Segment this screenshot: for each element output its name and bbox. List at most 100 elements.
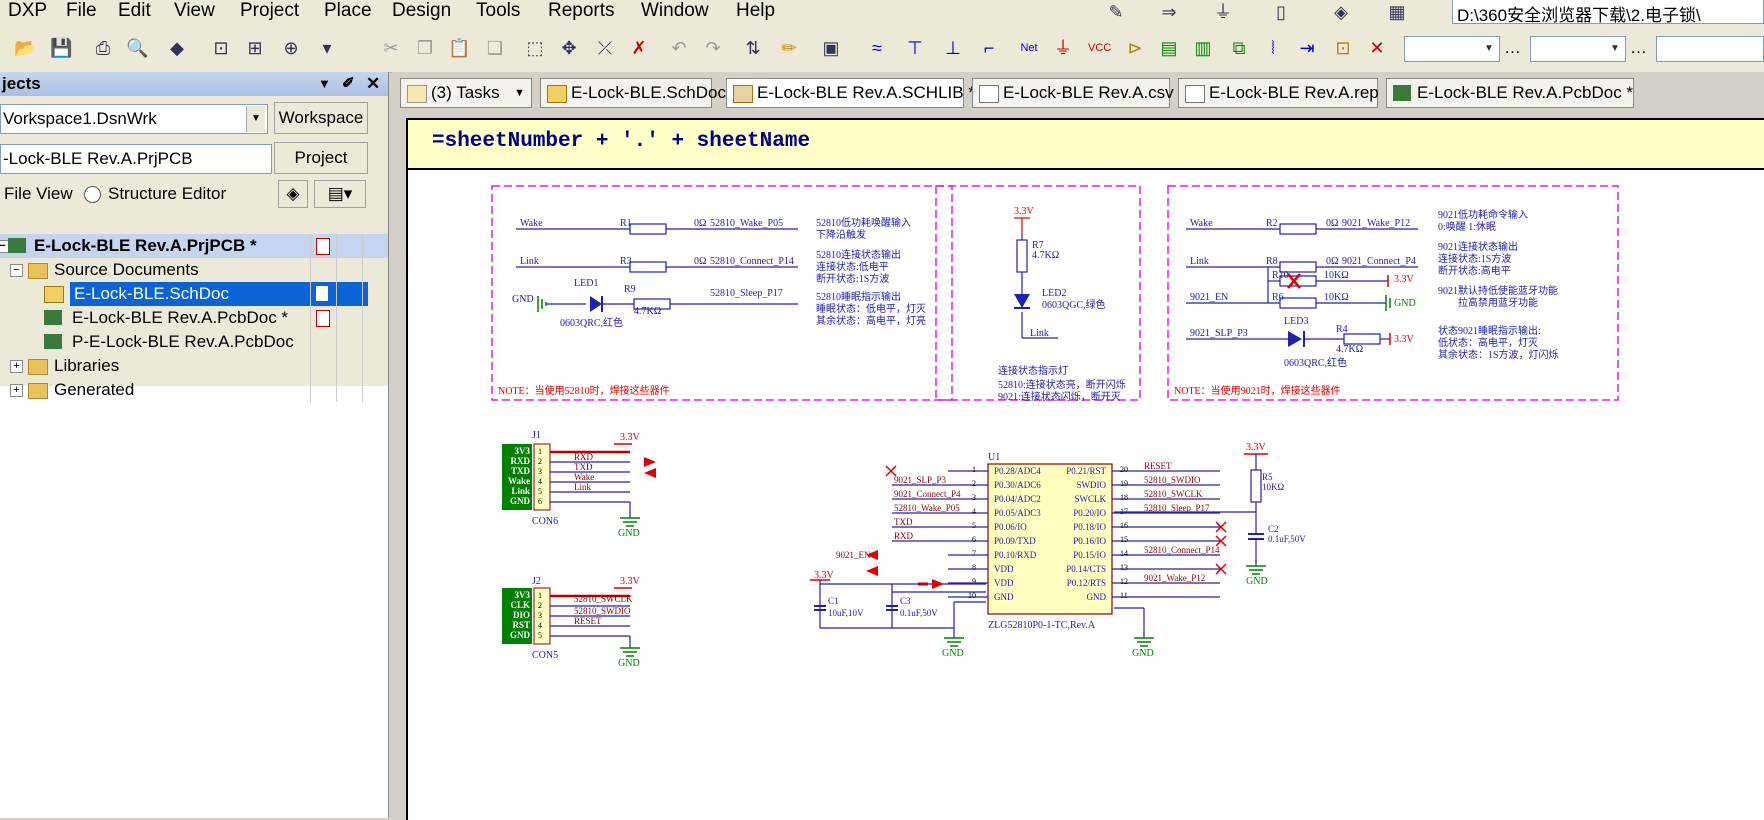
workspace-button[interactable]: Workspace bbox=[274, 102, 368, 134]
chevron-down-icon[interactable]: ▼ bbox=[246, 106, 265, 132]
expand-icon[interactable]: + bbox=[10, 360, 23, 373]
clear-filter-icon[interactable]: ✗ bbox=[628, 37, 650, 59]
place-bus-icon[interactable]: ⊤ bbox=[904, 37, 926, 59]
zoom-selected-icon[interactable]: ⊕ bbox=[280, 37, 302, 59]
menu-design[interactable]: Design bbox=[392, 0, 451, 24]
ellipsis-2[interactable]: … bbox=[1630, 38, 1647, 58]
move-icon[interactable]: ✥ bbox=[558, 37, 580, 59]
bus-tool-icon[interactable]: ⇒ bbox=[1158, 1, 1180, 23]
tasks-icon bbox=[407, 85, 427, 103]
toolbar-combo-3[interactable] bbox=[1656, 36, 1764, 62]
undo-icon[interactable]: ↶ bbox=[668, 37, 690, 59]
svg-text:52810_SWDIO: 52810_SWDIO bbox=[574, 606, 631, 616]
tree-generated[interactable]: + Generated bbox=[0, 378, 388, 402]
hierarchy-icon[interactable]: ⇅ bbox=[742, 37, 764, 59]
save-icon[interactable]: 💾 bbox=[50, 37, 72, 59]
led1-symbol bbox=[590, 296, 602, 312]
gnd-tool-icon[interactable]: ⏚ bbox=[1212, 1, 1234, 23]
place-part-icon[interactable]: ⊳ bbox=[1124, 37, 1146, 59]
tab-schdoc[interactable]: E-Lock-BLE.SchDoc bbox=[540, 78, 726, 108]
tab-csv[interactable]: E-Lock-BLE Rev.A.csv bbox=[972, 78, 1174, 108]
zoom-menu-icon[interactable]: ▾ bbox=[316, 37, 338, 59]
vcc-power-port-icon[interactable]: VCC bbox=[1088, 37, 1111, 59]
collapse-icon[interactable]: − bbox=[10, 264, 23, 277]
gnd-power-port-icon[interactable]: ⏚ bbox=[1052, 37, 1074, 59]
chevron-down-icon[interactable]: ▼ bbox=[514, 79, 525, 107]
zoom-fit-icon[interactable]: ⊡ bbox=[210, 37, 232, 59]
deselect-icon[interactable]: ⤫ bbox=[594, 37, 616, 59]
port-icon[interactable]: ⇥ bbox=[1296, 37, 1318, 59]
harness-icon[interactable]: ⦚ bbox=[1262, 37, 1284, 59]
menu-dxp[interactable]: DXP bbox=[8, 0, 47, 24]
main-toolbar: 📂 💾 ⎙ 🔍 ◆ ⊡ ⊞ ⊕ ▾ ✂ ❐ 📋 ❑ ⬚ ✥ ⤫ ✗ ↶ ↷ ⇅ … bbox=[0, 24, 1764, 73]
tab-pcbdoc[interactable]: E-Lock-BLE Rev.A.PcbDoc * bbox=[1386, 78, 1634, 108]
project-field[interactable]: -Lock-BLE Rev.A.PrjPCB bbox=[0, 144, 272, 174]
cross-probe-icon[interactable]: ✏ bbox=[778, 37, 800, 59]
menu-tools[interactable]: Tools bbox=[476, 0, 520, 24]
print-icon[interactable]: ⎙ bbox=[92, 37, 114, 59]
redo-icon[interactable]: ↷ bbox=[702, 37, 724, 59]
port-tool-icon[interactable]: ▯ bbox=[1270, 1, 1292, 23]
menu-view[interactable]: View bbox=[174, 0, 215, 24]
place-sheet-icon[interactable]: ▤ bbox=[1158, 37, 1180, 59]
val-r5: 10KΩ bbox=[1262, 482, 1284, 492]
tree-source-documents[interactable]: − Source Documents bbox=[0, 258, 388, 282]
junction-tool-icon[interactable]: ◈ bbox=[1330, 1, 1352, 23]
grid-tool-icon[interactable]: ▦ bbox=[1386, 1, 1408, 23]
connector-j1 bbox=[533, 443, 551, 511]
tree-project[interactable]: − E-Lock-BLE Rev.A.PrjPCB * bbox=[0, 234, 388, 258]
no-erc-icon[interactable]: ✕ bbox=[1366, 37, 1388, 59]
path-combo[interactable]: D:\360安全浏览器下载\2.电子锁\ bbox=[1452, 0, 1764, 25]
place-wire-icon[interactable]: ≈ bbox=[866, 37, 888, 59]
off-sheet-icon[interactable]: ⊡ bbox=[1332, 37, 1354, 59]
layers-icon[interactable]: ◆ bbox=[166, 37, 188, 59]
folder-icon bbox=[28, 263, 48, 279]
print-preview-icon[interactable]: 🔍 bbox=[126, 37, 148, 59]
menu-project[interactable]: Project bbox=[240, 0, 299, 24]
zoom-area-icon[interactable]: ⊞ bbox=[244, 37, 266, 59]
u1-left-pin: P0.04/ADC2 bbox=[994, 494, 1041, 504]
open-folder-icon[interactable]: 📂 bbox=[14, 37, 36, 59]
menu-reports[interactable]: Reports bbox=[548, 0, 615, 24]
device-sheet-icon[interactable]: ⧉ bbox=[1228, 37, 1250, 59]
place-net-label-icon[interactable]: ⌐ bbox=[978, 37, 1000, 59]
u1-right-net: 9021_Wake_P12 bbox=[1144, 573, 1205, 583]
menu-help[interactable]: Help bbox=[736, 0, 775, 24]
browse-library-icon[interactable]: ▣ bbox=[820, 37, 842, 59]
place-bus-entry-icon[interactable]: ⊥ bbox=[942, 37, 964, 59]
select-area-icon[interactable]: ⬚ bbox=[524, 37, 546, 59]
file-view-radio[interactable]: File View bbox=[4, 184, 73, 204]
cut-icon[interactable]: ✂ bbox=[380, 37, 402, 59]
tab-tasks[interactable]: (3) Tasks ▼ bbox=[400, 78, 532, 108]
paste-icon[interactable]: 📋 bbox=[448, 37, 470, 59]
rubber-stamp-icon[interactable]: ❑ bbox=[484, 37, 506, 59]
menu-window[interactable]: Window bbox=[641, 0, 709, 24]
schematic-sheet[interactable]: =sheetNumber + '.' + sheetName Wake R1 0… bbox=[406, 118, 1764, 820]
close-icon[interactable]: ✕ bbox=[366, 72, 380, 96]
toolbar-combo-1[interactable]: ▼ bbox=[1404, 36, 1500, 62]
tree-libraries[interactable]: + Libraries bbox=[0, 354, 388, 378]
tab-rep[interactable]: E-Lock-BLE Rev.A.rep bbox=[1178, 78, 1379, 108]
desc-9021-2a: 9021连接状态输出 bbox=[1438, 240, 1518, 253]
layers-icon[interactable]: ◈ bbox=[278, 180, 308, 208]
workspace-select[interactable]: Vorkspace1.DsnWrk ▼ bbox=[0, 104, 268, 134]
menu-edit[interactable]: Edit bbox=[118, 0, 151, 24]
panel-menu-icon[interactable]: ▼ bbox=[318, 72, 331, 96]
tree-doc-schdoc[interactable]: E-Lock-BLE.SchDoc bbox=[0, 282, 388, 306]
copy-icon[interactable]: ❐ bbox=[414, 37, 436, 59]
wire-tool-icon[interactable]: ✎ bbox=[1105, 1, 1127, 23]
expand-icon[interactable]: + bbox=[10, 384, 23, 397]
net-label-icon[interactable]: Net bbox=[1018, 37, 1040, 59]
menu-place[interactable]: Place bbox=[324, 0, 372, 24]
toolbar-combo-2[interactable]: ▼ bbox=[1530, 36, 1626, 62]
tree-doc-pcbdoc[interactable]: E-Lock-BLE Rev.A.PcbDoc * bbox=[0, 306, 388, 330]
project-button[interactable]: Project bbox=[274, 142, 368, 174]
structure-editor-radio[interactable] bbox=[84, 186, 101, 203]
pin-icon[interactable]: ✐ bbox=[342, 72, 355, 96]
place-sheet-entry-icon[interactable]: ▥ bbox=[1192, 37, 1214, 59]
tree-doc-pcbdoc-2[interactable]: P-E-Lock-BLE Rev.A.PcbDoc bbox=[0, 330, 388, 354]
ellipsis-1[interactable]: … bbox=[1504, 38, 1521, 58]
tab-schlib[interactable]: E-Lock-BLE Rev.A.SCHLIB * bbox=[726, 78, 975, 108]
menu-file[interactable]: File bbox=[66, 0, 97, 24]
project-options-icon[interactable]: ▤▾ bbox=[314, 180, 366, 208]
